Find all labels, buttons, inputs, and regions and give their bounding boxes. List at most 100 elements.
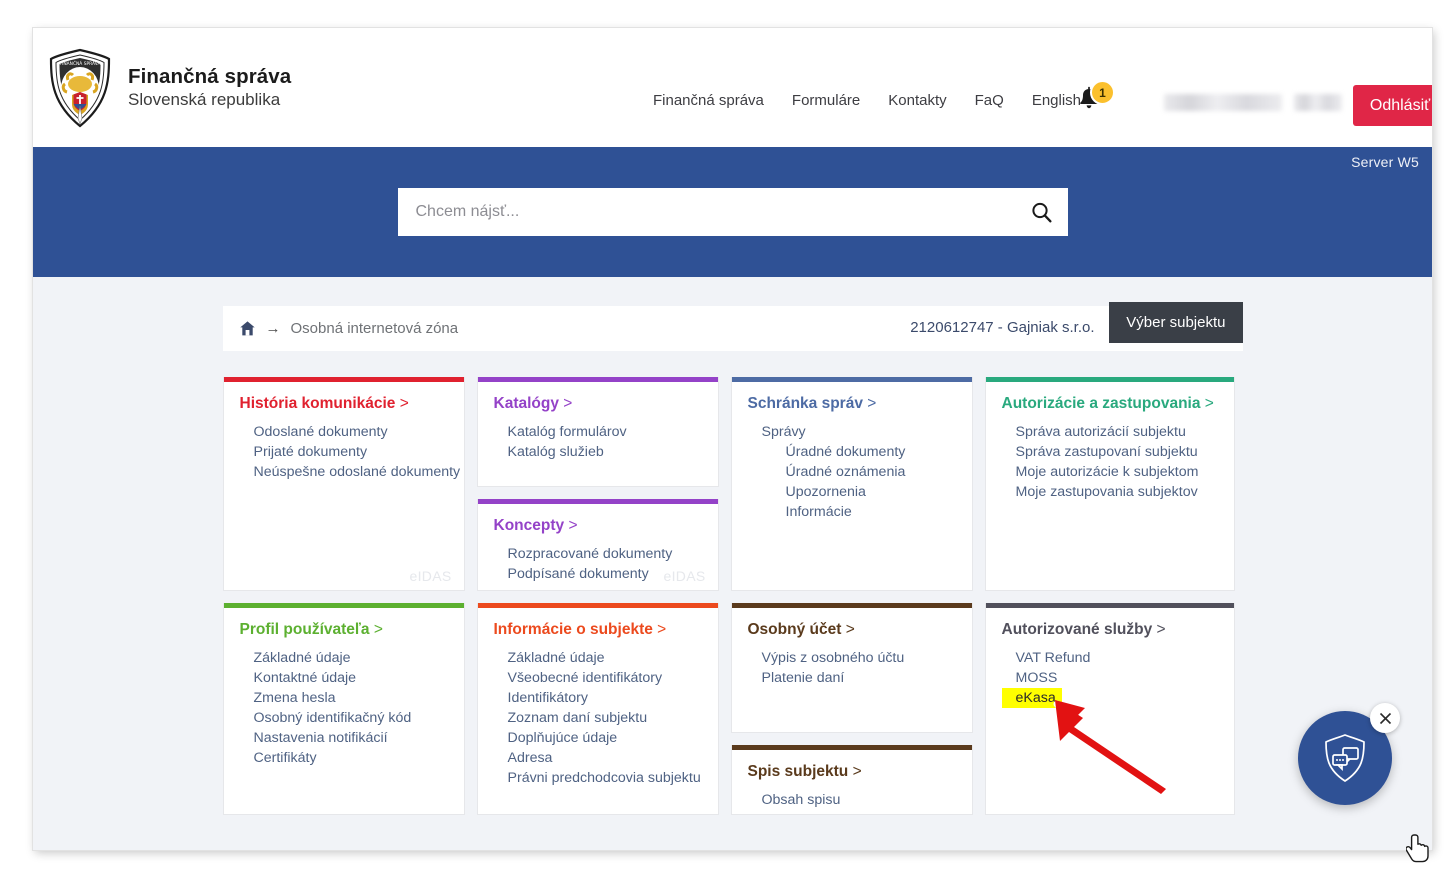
chevron-right-icon: > <box>563 395 573 412</box>
logout-button[interactable]: Odhlásiť <box>1353 85 1432 126</box>
main-navigation: Finančná správa Formuláre Kontakty FaQ E… <box>653 92 1095 109</box>
link-moss[interactable]: MOSS <box>1002 668 1218 688</box>
link-vypis-z-osobneho-uctu[interactable]: Výpis z osobného účtu <box>748 648 956 668</box>
brand-subtitle: Slovenská republika <box>128 89 281 109</box>
card-link-list: Katalóg formulárov Katalóg služieb <box>494 422 702 462</box>
link-obsah-spisu[interactable]: Obsah spisu <box>748 790 956 810</box>
nav-item-formulare[interactable]: Formuláre <box>778 92 874 109</box>
card-title[interactable]: História komunikácie > <box>240 395 448 413</box>
link-adresa[interactable]: Adresa <box>494 748 702 768</box>
chevron-right-icon: > <box>1156 621 1166 638</box>
card-title[interactable]: Profil používateľa > <box>240 621 448 639</box>
link-sprava-zastupovani-subjektu[interactable]: Správa zastupovaní subjektu <box>1002 442 1218 462</box>
select-subject-button[interactable]: Výber subjektu <box>1109 302 1243 343</box>
link-osobny-identifikacny-kod[interactable]: Osobný identifikačný kód <box>240 708 448 728</box>
card-column-3: Schránka správ > Správy Úradné dokumenty… <box>730 377 973 815</box>
card-title-text: Osobný účet <box>747 621 842 638</box>
card-title-text: História komunikácie <box>239 395 396 412</box>
brand-logo[interactable]: FINANČNÁ SPRÁVA Finančná správa Slovensk… <box>47 48 291 128</box>
chevron-right-icon: > <box>373 621 383 638</box>
link-vseobecne-identifikatory[interactable]: Všeobecné identifikátory <box>494 668 702 688</box>
link-vat-refund[interactable]: VAT Refund <box>1002 648 1218 668</box>
link-platenie-dani[interactable]: Platenie daní <box>748 668 956 688</box>
link-upozornenia[interactable]: Upozornenia <box>748 482 956 502</box>
card-link-list: Výpis z osobného účtu Platenie daní <box>748 648 956 688</box>
card-historia-komunikacie: História komunikácie > Odoslané dokument… <box>222 377 465 591</box>
nav-item-kontakty[interactable]: Kontakty <box>874 92 960 109</box>
search-icon <box>1032 202 1052 222</box>
card-spis-subjektu: Spis subjektu > Obsah spisu <box>730 745 973 815</box>
card-title[interactable]: Schránka správ > <box>748 395 956 413</box>
chevron-right-icon: > <box>399 395 409 412</box>
card-title-text: Profil používateľa <box>239 621 370 638</box>
card-title-text: Koncepty <box>493 517 565 534</box>
link-spravy[interactable]: Správy <box>748 422 956 442</box>
link-zoznam-dani-subjektu[interactable]: Zoznam daní subjektu <box>494 708 702 728</box>
close-icon <box>1379 712 1391 724</box>
card-title[interactable]: Osobný účet > <box>748 621 956 639</box>
link-pravni-predchodcovia-subjektu[interactable]: Právni predchodcovia subjektu <box>494 768 702 788</box>
user-lastname-blur <box>1294 94 1342 111</box>
link-odoslane-dokumenty[interactable]: Odoslané dokumenty <box>240 422 448 442</box>
link-ekasa[interactable]: eKasa <box>1001 688 1062 708</box>
card-title-text: Informácie o subjekte <box>493 621 653 638</box>
link-identifikatory[interactable]: Identifikátory <box>494 688 702 708</box>
card-title-text: Schránka správ <box>747 395 863 412</box>
card-title[interactable]: Katalógy > <box>494 395 702 413</box>
link-doplnujuce-udaje[interactable]: Doplňujúce údaje <box>494 728 702 748</box>
card-title[interactable]: Koncepty > <box>494 517 702 535</box>
link-katalog-formularov[interactable]: Katalóg formulárov <box>494 422 702 442</box>
link-zmena-hesla[interactable]: Zmena hesla <box>240 688 448 708</box>
link-zakladne-udaje-subjekt[interactable]: Základné údaje <box>494 648 702 668</box>
breadcrumb-bar: → Osobná internetová zóna 2120612747 - G… <box>222 302 1243 351</box>
link-zakladne-udaje[interactable]: Základné údaje <box>240 648 448 668</box>
search-submit-button[interactable] <box>1016 188 1068 236</box>
link-sprava-autorizacii-subjektu[interactable]: Správa autorizácií subjektu <box>1002 422 1218 442</box>
chevron-right-icon: > <box>1204 395 1214 412</box>
card-title-text: Spis subjektu <box>747 763 849 780</box>
card-link-list: Správy Úradné dokumenty Úradné oznámenia… <box>748 422 956 522</box>
chat-widget-close-button[interactable] <box>1370 703 1400 733</box>
link-moje-zastupovania-subjektov[interactable]: Moje zastupovania subjektov <box>1002 482 1218 502</box>
link-uradne-oznamenia[interactable]: Úradné oznámenia <box>748 462 956 482</box>
card-title-text: Katalógy <box>493 395 559 412</box>
user-name-redacted[interactable] <box>1164 94 1342 111</box>
card-title[interactable]: Spis subjektu > <box>748 763 956 781</box>
breadcrumb-current: Osobná internetová zóna <box>290 320 459 337</box>
link-katalog-sluzieb[interactable]: Katalóg služieb <box>494 442 702 462</box>
browser-page: FINANČNÁ SPRÁVA Finančná správa Slovensk… <box>33 28 1432 850</box>
card-katalogy: Katalógy > Katalóg formulárov Katalóg sl… <box>476 377 719 487</box>
link-nastavenia-notifikacii[interactable]: Nastavenia notifikácií <box>240 728 448 748</box>
card-link-list: Základné údaje Všeobecné identifikátory … <box>494 648 702 788</box>
link-uradne-dokumenty[interactable]: Úradné dokumenty <box>748 442 956 462</box>
site-header: FINANČNÁ SPRÁVA Finančná správa Slovensk… <box>33 28 1432 170</box>
card-schranka-sprav: Schránka správ > Správy Úradné dokumenty… <box>730 377 973 591</box>
card-link-list: Odoslané dokumenty Prijaté dokumenty Neú… <box>240 422 461 482</box>
link-informacie[interactable]: Informácie <box>748 502 956 522</box>
chevron-right-icon: > <box>867 395 877 412</box>
link-neuspesne-odoslane-dokumenty[interactable]: Neúspešne odoslané dokumenty <box>240 462 461 482</box>
nav-item-faq[interactable]: FaQ <box>961 92 1018 109</box>
card-title[interactable]: Autorizované služby > <box>1002 621 1218 639</box>
link-rozpracovane-dokumenty[interactable]: Rozpracované dokumenty <box>494 544 702 564</box>
nav-item-financna-sprava[interactable]: Finančná správa <box>653 92 778 109</box>
card-title-text: Autorizované služby <box>1001 621 1153 638</box>
link-moje-autorizacie-k-subjektom[interactable]: Moje autorizácie k subjektom <box>1002 462 1218 482</box>
link-kontaktne-udaje[interactable]: Kontaktné údaje <box>240 668 448 688</box>
link-prijate-dokumenty[interactable]: Prijaté dokumenty <box>240 442 448 462</box>
card-title[interactable]: Informácie o subjekte > <box>494 621 702 639</box>
card-link-list: Správa autorizácií subjektu Správa zastu… <box>1002 422 1218 502</box>
card-column-2: Katalógy > Katalóg formulárov Katalóg sl… <box>476 377 719 815</box>
coat-of-arms-shield-icon: FINANČNÁ SPRÁVA <box>49 48 111 127</box>
notifications-button[interactable]: 1 <box>1077 80 1117 124</box>
card-title[interactable]: Autorizácie a zastupovania > <box>1002 395 1218 413</box>
chevron-right-icon: > <box>845 621 855 638</box>
link-certifikaty[interactable]: Certifikáty <box>240 748 448 768</box>
card-informacie-o-subjekte: Informácie o subjekte > Základné údaje V… <box>476 603 719 815</box>
home-icon[interactable] <box>239 320 256 337</box>
chevron-right-icon: > <box>852 763 862 780</box>
card-profil-pouzivatela: Profil používateľa > Základné údaje Kont… <box>222 603 465 815</box>
search-input[interactable] <box>397 188 1016 236</box>
notification-count-badge: 1 <box>1090 80 1115 105</box>
card-osobny-ucet: Osobný účet > Výpis z osobného účtu Plat… <box>730 603 973 733</box>
